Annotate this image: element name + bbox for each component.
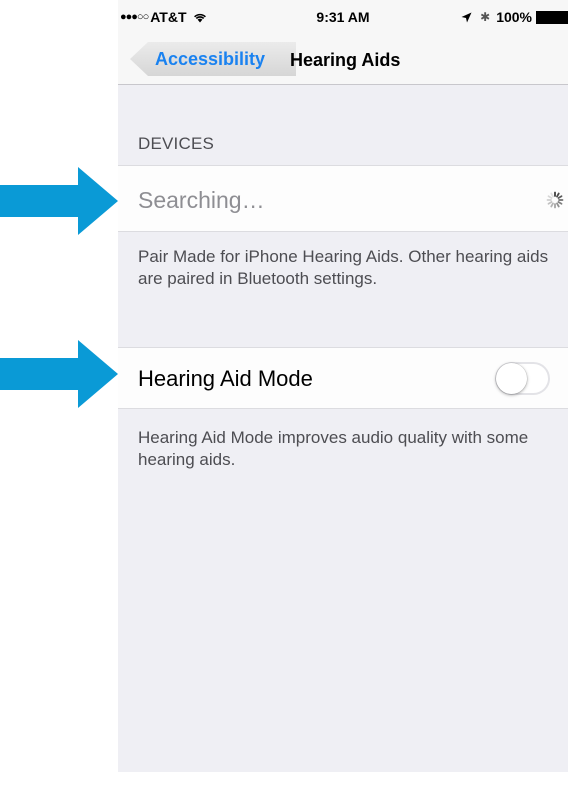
devices-footer-text: Pair Made for iPhone Hearing Aids. Other… (138, 247, 549, 288)
bluetooth-icon: ✱ (480, 10, 491, 24)
back-button-label: Accessibility (155, 48, 266, 69)
hearing-aid-mode-toggle[interactable] (495, 362, 550, 395)
carrier-label: AT&T (150, 9, 187, 25)
status-time: 9:31 AM (316, 9, 370, 25)
hearing-aid-mode-footer-text: Hearing Aid Mode improves audio quality … (138, 428, 529, 469)
navigation-bar: Accessibility Hearing Aids (118, 36, 568, 85)
status-left: ●●●○○ AT&T (120, 9, 207, 25)
wifi-icon (193, 13, 206, 22)
status-bar: ●●●○○ AT&T 9:31 AM ✱ 100% (118, 0, 568, 36)
back-button[interactable]: Accessibility (130, 42, 296, 76)
hearing-aid-mode-row: Hearing Aid Mode (118, 347, 568, 409)
phone-screen: ●●●○○ AT&T 9:31 AM ✱ 100% Accessibility … (118, 0, 568, 772)
status-right: ✱ 100% (461, 9, 568, 25)
arrow-right-icon (0, 340, 118, 408)
hearing-aid-mode-label: Hearing Aid Mode (138, 366, 313, 391)
battery-percent: 100% (496, 9, 532, 25)
searching-label: Searching… (138, 187, 265, 213)
toggle-knob (496, 363, 527, 394)
activity-spinner-icon (546, 191, 564, 209)
battery-icon (536, 10, 568, 24)
signal-strength-icon: ●●●○○ (120, 11, 149, 23)
arrow-right-icon (0, 167, 118, 235)
devices-section-header: DEVICES (138, 134, 215, 153)
location-icon (461, 12, 472, 22)
page-title: Hearing Aids (290, 50, 401, 70)
searching-devices-row: Searching… (118, 165, 568, 232)
